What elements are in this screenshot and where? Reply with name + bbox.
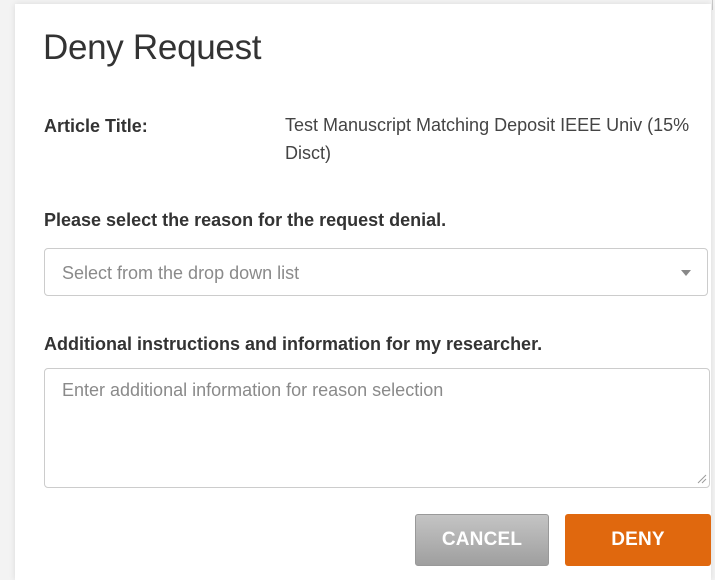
dialog-title: Deny Request [43,28,262,67]
denial-reason-label: Please select the reason for the request… [44,210,447,230]
window-edge-divider [712,0,713,10]
article-title-label: Article Title: [44,116,148,136]
deny-request-dialog: Deny Request Article Title: Test Manuscr… [15,4,711,580]
resize-grip-icon[interactable] [697,474,707,484]
deny-button[interactable]: DENY [565,514,711,566]
cancel-button[interactable]: CANCEL [415,514,549,566]
denial-reason-placeholder: Select from the drop down list [62,263,300,283]
additional-info-textarea[interactable] [44,368,710,488]
denial-reason-select[interactable]: Select from the drop down list [44,248,708,296]
article-title-value: Test Manuscript Matching Deposit IEEE Un… [285,115,690,163]
additional-info-label: Additional instructions and information … [44,334,543,354]
caret-down-icon[interactable] [681,270,691,276]
